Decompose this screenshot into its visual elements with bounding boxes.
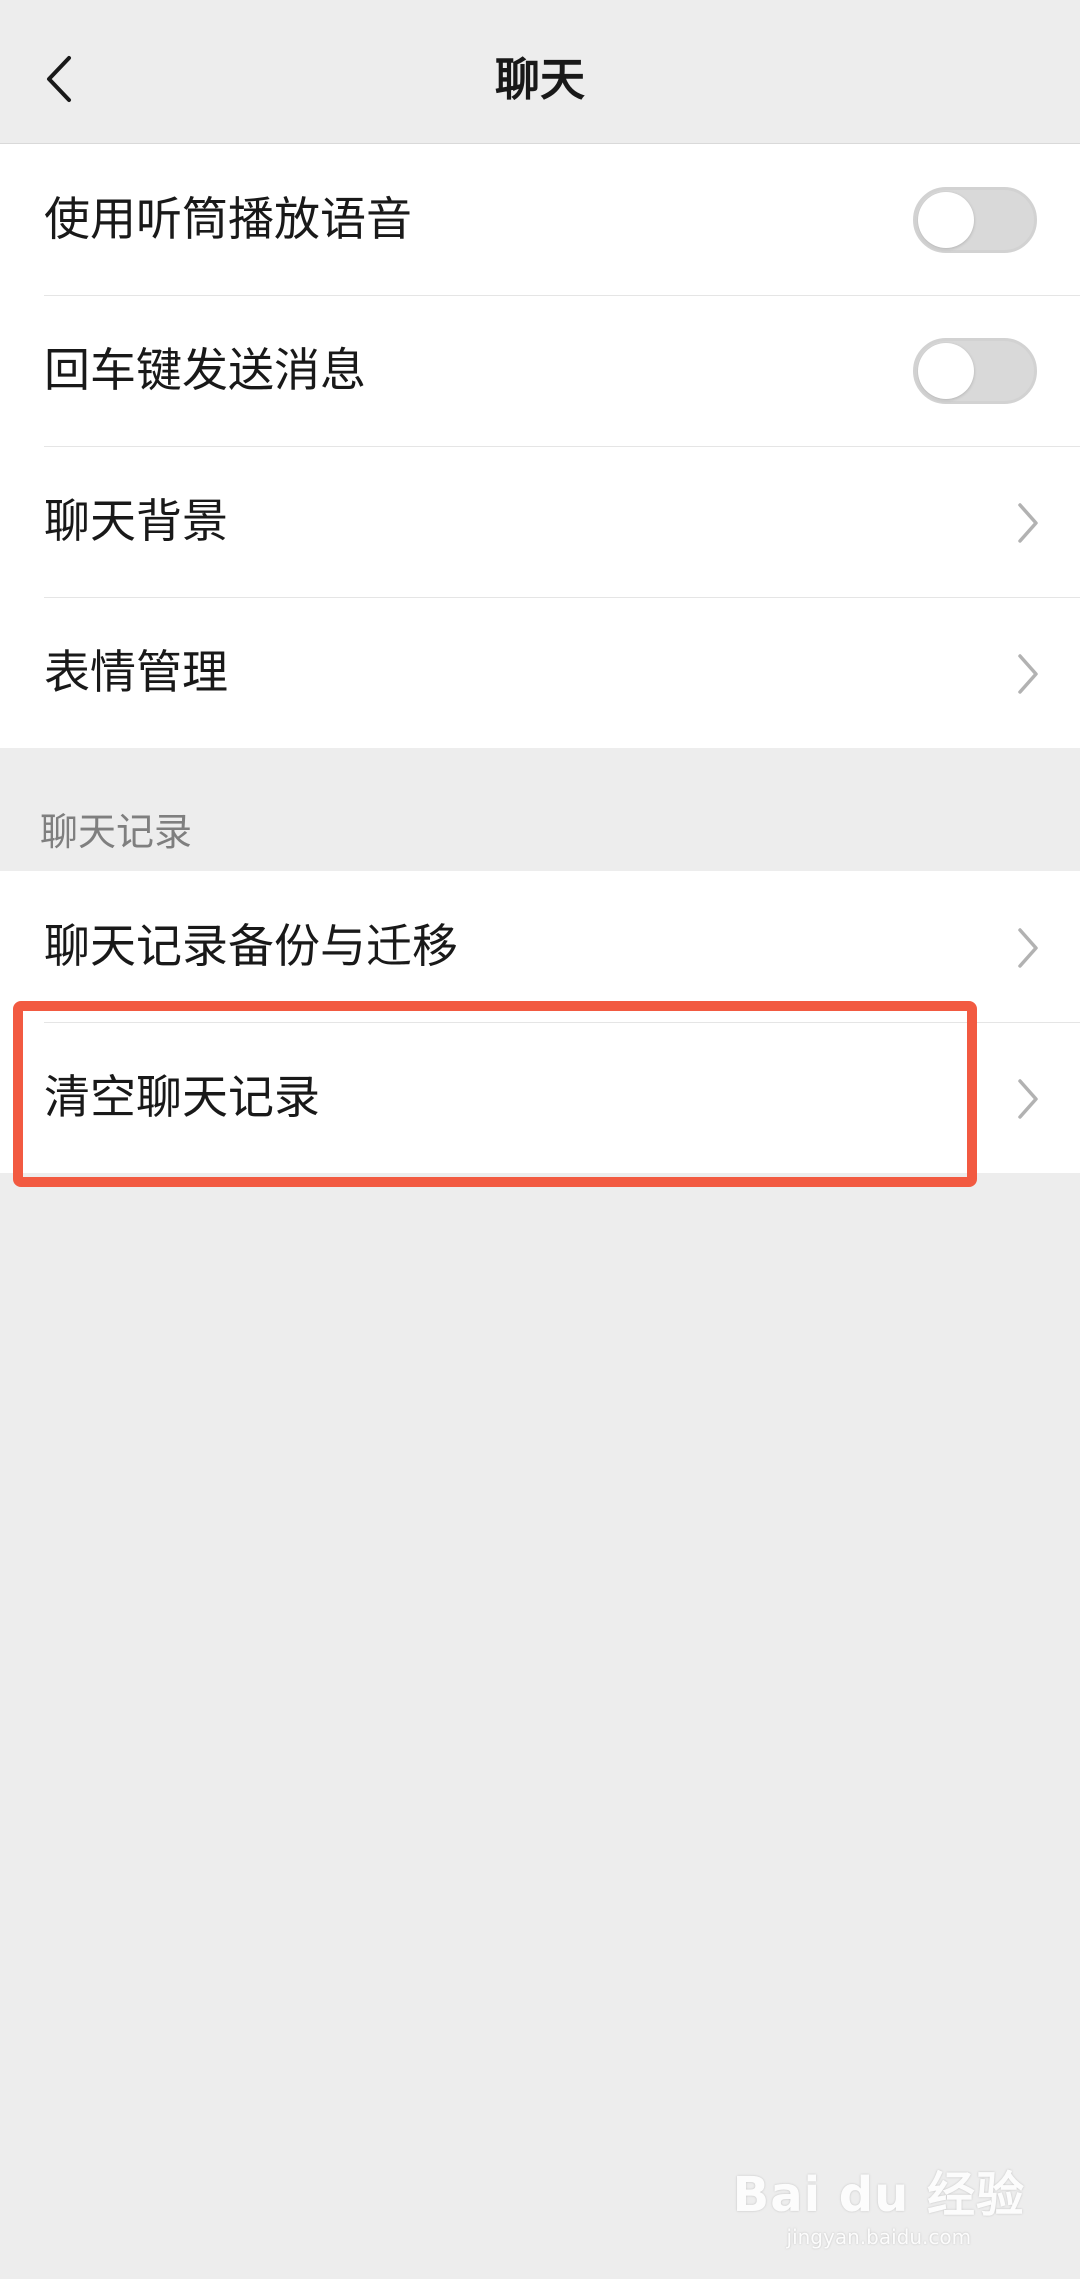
setting-label: 表情管理	[44, 645, 228, 699]
setting-label: 使用听筒播放语音	[44, 192, 412, 246]
setting-row-clear-history[interactable]: 清空聊天记录	[0, 1022, 1080, 1173]
chevron-right-icon	[1018, 654, 1038, 694]
settings-group: 使用听筒播放语音 回车键发送消息 聊天背景 表情管理	[0, 144, 1080, 748]
toggle-knob	[918, 192, 974, 248]
setting-label: 聊天记录备份与迁移	[44, 919, 458, 973]
page-title: 聊天	[494, 53, 585, 106]
enter-send-toggle[interactable]	[913, 338, 1037, 404]
baidu-jingyan-watermark: Bai du 经验 jingyan.baidu.com	[733, 2155, 1025, 2249]
setting-label: 清空聊天记录	[44, 1070, 320, 1124]
chevron-right-icon	[1018, 503, 1038, 543]
setting-row-backup-migrate[interactable]: 聊天记录备份与迁移	[0, 871, 1080, 1022]
chevron-right-icon	[1018, 928, 1038, 968]
setting-row-sticker-management[interactable]: 表情管理	[0, 597, 1080, 748]
toggle-knob	[918, 343, 974, 399]
watermark-url: jingyan.baidu.com	[786, 2225, 972, 2249]
setting-row-earpiece: 使用听筒播放语音	[0, 144, 1080, 295]
watermark-logo: Bai du 经验	[732, 2167, 1025, 2223]
setting-row-chat-background[interactable]: 聊天背景	[0, 446, 1080, 597]
setting-row-enter-send: 回车键发送消息	[0, 295, 1080, 446]
setting-label: 回车键发送消息	[44, 343, 366, 397]
navigation-bar: 聊天	[0, 0, 1080, 144]
chat-history-group: 聊天记录备份与迁移 清空聊天记录	[0, 871, 1080, 1173]
earpiece-toggle[interactable]	[913, 187, 1037, 253]
section-header-chat-history: 聊天记录	[40, 810, 193, 854]
chevron-right-icon	[1018, 1079, 1038, 1119]
setting-label: 聊天背景	[44, 494, 228, 548]
